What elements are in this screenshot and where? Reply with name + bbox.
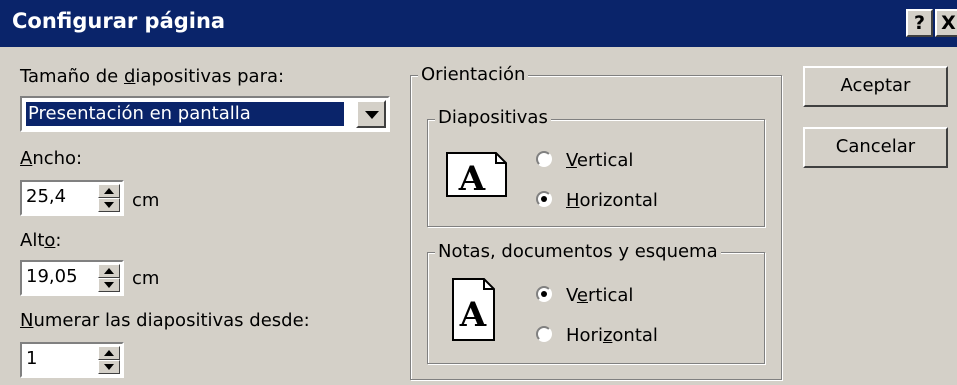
slides-vertical-label[interactable]: Vertical (566, 150, 633, 171)
spin-down-icon[interactable] (98, 278, 120, 292)
portrait-page-icon: A (452, 278, 495, 341)
height-spin-arrows[interactable] (98, 264, 120, 292)
height-value: 19,05 (26, 266, 78, 287)
slides-label: Diapositivas (435, 107, 551, 128)
spin-down-icon[interactable] (98, 198, 120, 212)
page-letter: A (458, 159, 486, 198)
slides-horizontal-label[interactable]: Horizontal (566, 190, 658, 211)
slides-horizontal-radio[interactable] (536, 191, 552, 207)
width-unit: cm (132, 190, 160, 211)
notes-vertical-label[interactable]: Vertical (566, 285, 633, 306)
spin-up-icon[interactable] (98, 346, 120, 360)
notes-vertical-radio[interactable] (536, 286, 552, 302)
landscape-page-icon: A (446, 152, 507, 198)
height-spinner[interactable]: 19,05 (20, 260, 124, 296)
spin-up-icon[interactable] (98, 184, 120, 198)
width-spinner[interactable]: 25,4 (20, 180, 124, 216)
numbering-value: 1 (26, 348, 38, 369)
numbering-spinner[interactable]: 1 (20, 342, 124, 378)
width-label: Ancho: (20, 148, 83, 169)
spin-down-icon[interactable] (98, 360, 120, 374)
cancel-button[interactable]: Cancelar (803, 127, 948, 168)
notes-label: Notas, documentos y esquema (435, 241, 721, 262)
orientation-label: Orientación (418, 64, 529, 85)
height-label: Alto: (20, 230, 62, 251)
numbering-spin-arrows[interactable] (98, 346, 120, 374)
height-unit: cm (132, 268, 160, 289)
dialog-title: Configurar página (12, 9, 226, 33)
close-button[interactable]: X (935, 9, 957, 37)
slide-size-dropdown[interactable]: Presentación en pantalla (20, 96, 390, 132)
width-value: 25,4 (26, 186, 67, 207)
slide-size-selected: Presentación en pantalla (25, 101, 345, 127)
notes-horizontal-radio[interactable] (536, 326, 552, 342)
spin-up-icon[interactable] (98, 264, 120, 278)
chevron-down-icon[interactable] (356, 100, 386, 128)
slide-size-label: Tamaño de diapositivas para: (20, 66, 285, 87)
help-button[interactable]: ? (906, 9, 933, 37)
slides-vertical-radio[interactable] (536, 151, 552, 167)
notes-horizontal-label[interactable]: Horizontal (566, 325, 658, 346)
width-spin-arrows[interactable] (98, 184, 120, 212)
numbering-label: Numerar las diapositivas desde: (20, 310, 310, 331)
title-bar: Configurar página ? X (0, 0, 957, 47)
page-letter: A (459, 295, 487, 335)
ok-button[interactable]: Aceptar (803, 66, 948, 107)
